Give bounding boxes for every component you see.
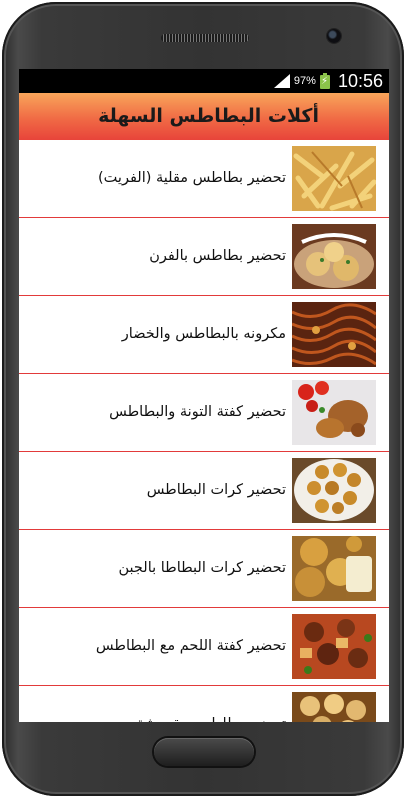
french-fries-image: [292, 146, 376, 211]
battery-percent: 97%: [293, 75, 316, 87]
list-item-label: مكرونه بالبطاطس والخضار: [121, 326, 286, 342]
list-item[interactable]: تحضير كفتة اللحم مع البطاطس: [19, 608, 389, 686]
page-title: أكلات البطاطس السهلة: [98, 105, 319, 127]
list-item[interactable]: مكرونه بالبطاطس والخضار: [19, 296, 389, 374]
cheese-potato-balls-image: [292, 536, 376, 601]
list-item-label: تحضير بطاطس مقلية (الفريت): [98, 170, 286, 186]
list-item-label: تحضير بطاطس بالفرن: [149, 248, 286, 264]
status-bar: 97% ⚡ 10:56: [19, 69, 389, 93]
speaker-grille: [161, 34, 249, 42]
home-button[interactable]: [154, 738, 254, 766]
list-item-label: تحضير بطاطس مقرمشة: [136, 686, 286, 722]
front-camera: [327, 29, 341, 43]
battery-charging-icon: ⚡: [319, 73, 330, 89]
list-item[interactable]: تحضير بطاطس مقرمشة: [19, 686, 389, 722]
list-item-label: تحضير كفتة التونة والبطاطس: [109, 404, 286, 420]
list-item-label: تحضير كرات البطاطا بالجبن: [118, 560, 287, 576]
crispy-potatoes-image: [292, 692, 376, 722]
list-item[interactable]: تحضير كرات البطاطا بالجبن: [19, 530, 389, 608]
baked-potatoes-image: [292, 224, 376, 289]
screen: 97% ⚡ 10:56 أكلات البطاطس السهلة تحضير ب…: [19, 69, 389, 722]
list-item[interactable]: تحضير كرات البطاطس: [19, 452, 389, 530]
app-bar: أكلات البطاطس السهلة: [19, 93, 389, 140]
clock: 10:56: [337, 70, 383, 91]
list-item[interactable]: تحضير بطاطس بالفرن: [19, 218, 389, 296]
pasta-potatoes-image: [292, 302, 376, 367]
tuna-kofta-image: [292, 380, 376, 445]
list-item[interactable]: تحضير بطاطس مقلية (الفريت): [19, 140, 389, 218]
list-item-label: تحضير كرات البطاطس: [146, 482, 286, 498]
status-icons: 97% ⚡ 10:56: [273, 69, 383, 93]
potato-balls-image: [292, 458, 376, 523]
meat-kofta-image: [292, 614, 376, 679]
list-item-label: تحضير كفتة اللحم مع البطاطس: [95, 638, 286, 654]
list-item[interactable]: تحضير كفتة التونة والبطاطس: [19, 374, 389, 452]
recipe-list: تحضير بطاطس مقلية (الفريت) تحضير بطاطس ب…: [19, 140, 389, 722]
signal-icon: [273, 74, 290, 88]
